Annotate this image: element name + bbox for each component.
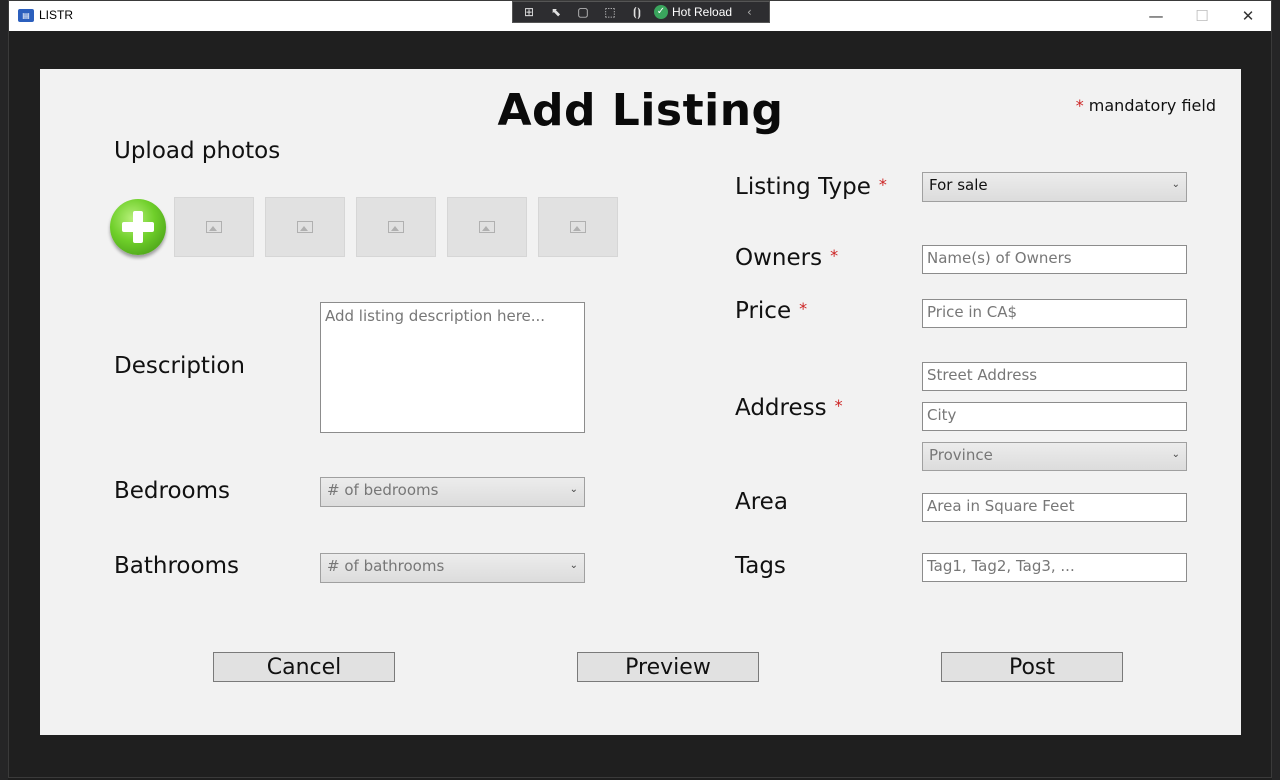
bathrooms-placeholder: # of bathrooms xyxy=(327,557,445,575)
close-button[interactable]: ✕ xyxy=(1225,1,1271,31)
photo-slot[interactable] xyxy=(538,197,618,257)
street-address-input[interactable]: Street Address xyxy=(922,362,1187,391)
chevron-down-icon: ⌄ xyxy=(569,484,578,495)
required-star: * xyxy=(834,396,843,415)
preview-button[interactable]: Preview xyxy=(577,652,759,682)
price-label: Price * xyxy=(735,298,807,324)
check-icon: ✓ xyxy=(654,5,668,19)
app-window: ▤ LISTR — ☐ ✕ ⊞ ⬉ ▢ ⬚ ⦗⦘ ✓ Hot Reload ‹ … xyxy=(8,0,1272,778)
background-editor-left xyxy=(0,0,8,780)
city-input[interactable]: City xyxy=(922,402,1187,431)
hot-reload-label: Hot Reload xyxy=(672,5,733,19)
price-label-text: Price xyxy=(735,298,792,324)
image-placeholder-icon xyxy=(570,221,586,233)
owners-input[interactable]: Name(s) of Owners xyxy=(922,245,1187,274)
add-listing-form: Add Listing * mandatory field Upload pho… xyxy=(40,69,1241,735)
image-placeholder-icon xyxy=(388,221,404,233)
bathrooms-label: Bathrooms xyxy=(114,553,239,579)
xaml-debug-toolbar: ⊞ ⬉ ▢ ⬚ ⦗⦘ ✓ Hot Reload ‹ xyxy=(512,1,770,23)
photo-slot[interactable] xyxy=(265,197,345,257)
bathrooms-dropdown[interactable]: # of bathrooms ⌄ xyxy=(320,553,585,583)
select-element-icon[interactable]: ⊞ xyxy=(519,4,539,20)
price-input[interactable]: Price in CA$ xyxy=(922,299,1187,328)
maximize-button[interactable]: ☐ xyxy=(1179,1,1225,31)
required-star: * xyxy=(830,246,839,265)
minimize-button[interactable]: — xyxy=(1133,1,1179,31)
bedrooms-dropdown[interactable]: # of bedrooms ⌄ xyxy=(320,477,585,507)
upload-photos-label: Upload photos xyxy=(114,138,281,164)
listing-type-dropdown[interactable]: For sale ⌄ xyxy=(922,172,1187,202)
chevron-down-icon: ⌄ xyxy=(1171,449,1180,460)
listing-type-label-text: Listing Type xyxy=(735,174,871,200)
mandatory-field-note: * mandatory field xyxy=(1076,96,1216,115)
image-placeholder-icon xyxy=(297,221,313,233)
owners-label-text: Owners xyxy=(735,245,823,271)
collapse-chevron-icon[interactable]: ‹ xyxy=(747,5,752,19)
page-title: Add Listing xyxy=(497,85,784,136)
required-star: * xyxy=(799,299,808,318)
image-placeholder-icon xyxy=(206,221,222,233)
province-placeholder: Province xyxy=(929,446,993,464)
display-layout-icon[interactable]: ▢ xyxy=(573,4,593,20)
post-button[interactable]: Post xyxy=(941,652,1123,682)
add-photo-button[interactable] xyxy=(110,199,166,255)
description-textarea[interactable]: Add listing description here... xyxy=(320,302,585,433)
photo-slot[interactable] xyxy=(356,197,436,257)
required-star: * xyxy=(1075,96,1084,115)
hot-reload-indicator[interactable]: ✓ Hot Reload xyxy=(654,5,732,19)
tags-label: Tags xyxy=(735,553,786,579)
photo-slot[interactable] xyxy=(447,197,527,257)
listing-type-label: Listing Type * xyxy=(735,174,887,200)
bedrooms-label: Bedrooms xyxy=(114,478,231,504)
image-placeholder-icon xyxy=(479,221,495,233)
listing-type-value: For sale xyxy=(929,176,988,194)
description-label: Description xyxy=(114,353,245,379)
address-label: Address * xyxy=(735,395,843,421)
cancel-button[interactable]: Cancel xyxy=(213,652,395,682)
area-label: Area xyxy=(735,489,788,515)
address-label-text: Address xyxy=(735,395,827,421)
app-logo-icon: ▤ xyxy=(18,9,34,22)
select-pointer-icon[interactable]: ⬉ xyxy=(546,4,566,20)
bedrooms-placeholder: # of bedrooms xyxy=(327,481,439,499)
tags-input[interactable]: Tag1, Tag2, Tag3, ... xyxy=(922,553,1187,582)
plus-icon xyxy=(121,210,155,244)
chevron-down-icon: ⌄ xyxy=(569,560,578,571)
area-input[interactable]: Area in Square Feet xyxy=(922,493,1187,522)
binding-failures-icon[interactable]: ⦗⦘ xyxy=(627,4,647,20)
photo-slot[interactable] xyxy=(174,197,254,257)
track-focus-icon[interactable]: ⬚ xyxy=(600,4,620,20)
required-star: * xyxy=(878,175,887,194)
background-editor-right xyxy=(1272,0,1280,780)
mandatory-note-text: mandatory field xyxy=(1088,96,1216,115)
window-title: LISTR xyxy=(39,8,74,22)
chevron-down-icon: ⌄ xyxy=(1171,179,1180,190)
province-dropdown[interactable]: Province ⌄ xyxy=(922,442,1187,471)
owners-label: Owners * xyxy=(735,245,838,271)
